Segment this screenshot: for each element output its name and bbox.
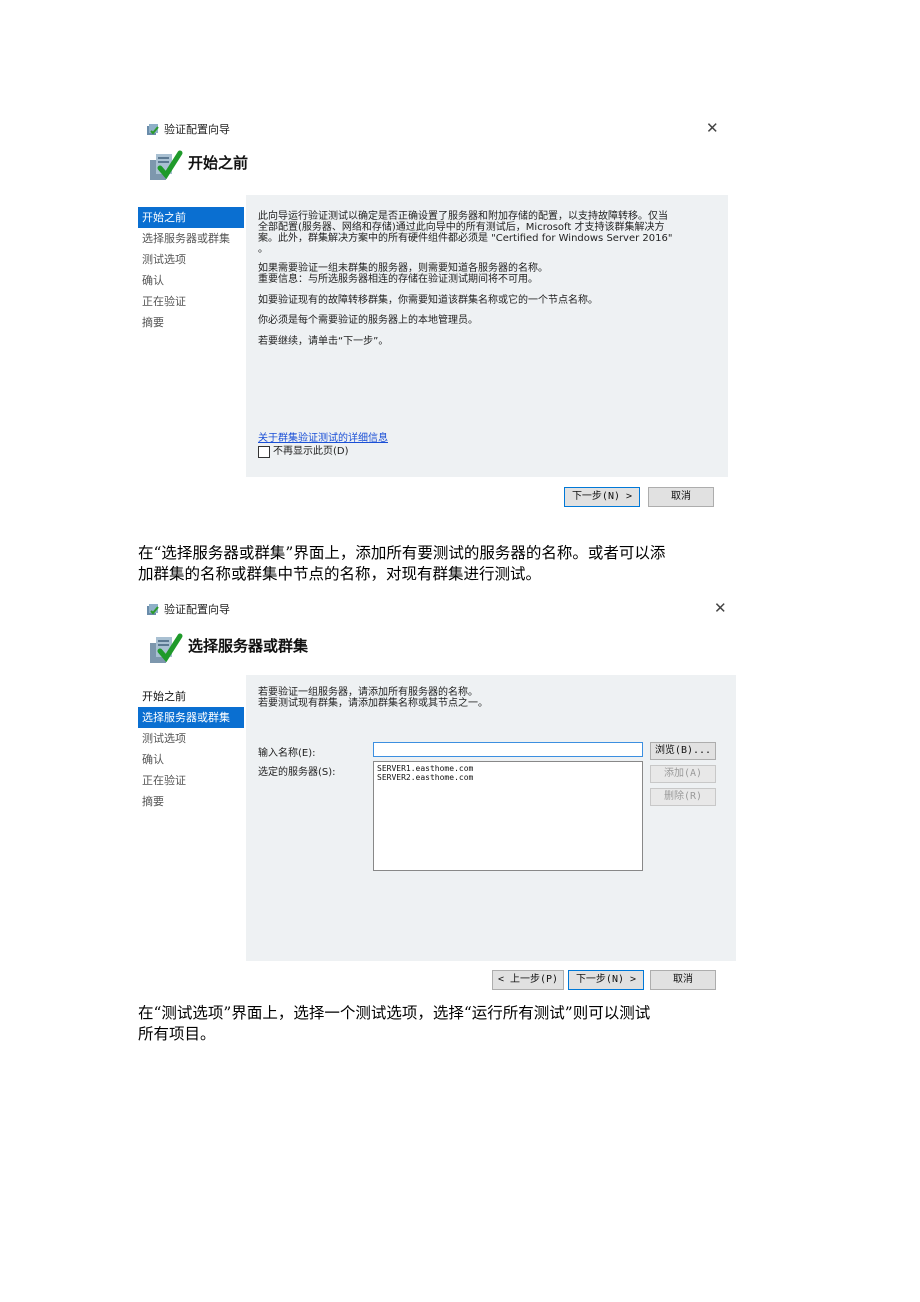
browse-button[interactable]: 浏览(B)... xyxy=(650,742,716,760)
nav-step-test-options[interactable]: 测试选项 xyxy=(138,249,244,270)
wizard-steps-nav: 开始之前 选择服务器或群集 测试选项 确认 正在验证 摘要 xyxy=(138,686,244,812)
cluster-window-icon xyxy=(147,124,159,135)
text-line: 若要测试现有群集，请添加群集名称或其节点之一。 xyxy=(258,698,488,709)
cluster-window-icon xyxy=(147,604,159,615)
window-titlebar: 验证配置向导 xyxy=(146,601,230,617)
cancel-button[interactable]: 取消 xyxy=(650,970,716,990)
text-line: 。 xyxy=(258,244,268,255)
list-item[interactable]: SERVER1.easthome.com xyxy=(377,764,639,773)
text-line: 重要信息：与所选服务器相连的存储在验证测试期间将不可用。 xyxy=(258,274,538,285)
window-title: 验证配置向导 xyxy=(164,603,230,616)
dialog-footer: < 上一步(P) 下一步(N) > 取消 xyxy=(246,961,736,1001)
window-title: 验证配置向导 xyxy=(164,123,230,136)
window-titlebar: 验证配置向导 xyxy=(146,121,230,137)
dialog-footer: 下一步(N) > 取消 xyxy=(246,477,728,517)
wizard-steps-nav: 开始之前 选择服务器或群集 测试选项 确认 正在验证 摘要 xyxy=(138,207,244,333)
close-icon[interactable]: ✕ xyxy=(714,599,727,617)
dont-show-label: 不再显示此页(D) xyxy=(273,446,349,457)
nav-step-summary[interactable]: 摘要 xyxy=(138,791,244,812)
text-line: 在“选择服务器或群集”界面上，添加所有要测试的服务器的名称。或者可以添 xyxy=(138,544,666,562)
add-button[interactable]: 添加(A) xyxy=(650,765,716,783)
servers-paragraph: 如果需要验证一组未群集的服务器，则需要知道各服务器的名称。 重要信息：与所选服务… xyxy=(258,263,726,285)
server-name-input[interactable] xyxy=(373,742,643,757)
intro-paragraph: 此向导运行验证测试以确定是否正确设置了服务器和附加存储的配置，以支持故障转移。仅… xyxy=(258,211,726,255)
nav-step-select-servers[interactable]: 选择服务器或群集 xyxy=(138,707,244,728)
nav-step-validating[interactable]: 正在验证 xyxy=(138,291,244,312)
intro-paragraph: 若要验证一组服务器，请添加所有服务器的名称。 若要测试现有群集，请添加群集名称或… xyxy=(258,687,728,709)
text-line: 所有项目。 xyxy=(138,1025,216,1043)
text-line: 全部配置(服务器、网络和存储)通过此向导中的所有测试后，Microsoft 才支… xyxy=(258,222,665,233)
body-paragraph: 在“选择服务器或群集”界面上，添加所有要测试的服务器的名称。或者可以添 加群集的… xyxy=(138,543,788,585)
next-button[interactable]: 下一步(N) > xyxy=(564,487,640,507)
nav-step-confirm[interactable]: 确认 xyxy=(138,749,244,770)
wizard-check-icon xyxy=(150,633,183,663)
nav-step-before-begin[interactable]: 开始之前 xyxy=(138,207,244,228)
details-link[interactable]: 关于群集验证测试的详细信息 xyxy=(258,429,388,444)
content-panel: 此向导运行验证测试以确定是否正确设置了服务器和附加存储的配置，以支持故障转移。仅… xyxy=(246,195,728,477)
nav-step-before-begin[interactable]: 开始之前 xyxy=(138,686,244,707)
content-panel: 若要验证一组服务器，请添加所有服务器的名称。 若要测试现有群集，请添加群集名称或… xyxy=(246,675,736,961)
body-paragraph: 在“测试选项”界面上，选择一个测试选项，选择“运行所有测试”则可以测试 所有项目… xyxy=(138,1003,788,1045)
selected-servers-list[interactable]: SERVER1.easthome.com SERVER2.easthome.co… xyxy=(373,761,643,871)
text-line: 此向导运行验证测试以确定是否正确设置了服务器和附加存储的配置，以支持故障转移。仅… xyxy=(258,211,668,222)
text-line: 如果需要验证一组未群集的服务器，则需要知道各服务器的名称。 xyxy=(258,263,548,274)
nav-step-confirm[interactable]: 确认 xyxy=(138,270,244,291)
dialog-select-servers: 验证配置向导 ✕ 选择服务器或群集 开始之前 选择服务器或群集 测试选项 确认 … xyxy=(138,595,736,1001)
remove-button[interactable]: 删除(R) xyxy=(650,788,716,806)
close-icon[interactable]: ✕ xyxy=(706,119,719,137)
cancel-button[interactable]: 取消 xyxy=(648,487,714,507)
nav-step-validating[interactable]: 正在验证 xyxy=(138,770,244,791)
page-heading: 选择服务器或群集 xyxy=(188,637,309,655)
list-item[interactable]: SERVER2.easthome.com xyxy=(377,773,639,782)
nav-step-summary[interactable]: 摘要 xyxy=(138,312,244,333)
nav-step-select-servers[interactable]: 选择服务器或群集 xyxy=(138,228,244,249)
continue-paragraph: 若要继续，请单击“下一步”。 xyxy=(258,336,389,347)
name-label: 输入名称(E): xyxy=(258,748,316,759)
selected-servers-label: 选定的服务器(S): xyxy=(258,767,336,778)
previous-button[interactable]: < 上一步(P) xyxy=(492,970,564,990)
wizard-check-icon xyxy=(150,150,183,180)
page-heading: 开始之前 xyxy=(188,154,249,172)
text-line: 若要验证一组服务器，请添加所有服务器的名称。 xyxy=(258,687,478,698)
text-line: 案。此外，群集解决方案中的所有硬件组件都必须是 "Certified for W… xyxy=(258,233,673,244)
dialog-before-you-begin: 验证配置向导 ✕ 开始之前 开始之前 选择服务器或群集 测试选项 确认 正在验证… xyxy=(138,115,728,517)
cluster-paragraph: 如要验证现有的故障转移群集，你需要知道该群集名称或它的一个节点名称。 xyxy=(258,295,598,306)
text-line: 在“测试选项”界面上，选择一个测试选项，选择“运行所有测试”则可以测试 xyxy=(138,1004,651,1022)
dont-show-checkbox[interactable] xyxy=(258,446,270,458)
next-button[interactable]: 下一步(N) > xyxy=(568,970,644,990)
text-line: 加群集的名称或群集中节点的名称，对现有群集进行测试。 xyxy=(138,565,542,583)
nav-step-test-options[interactable]: 测试选项 xyxy=(138,728,244,749)
admin-paragraph: 你必须是每个需要验证的服务器上的本地管理员。 xyxy=(258,315,478,326)
